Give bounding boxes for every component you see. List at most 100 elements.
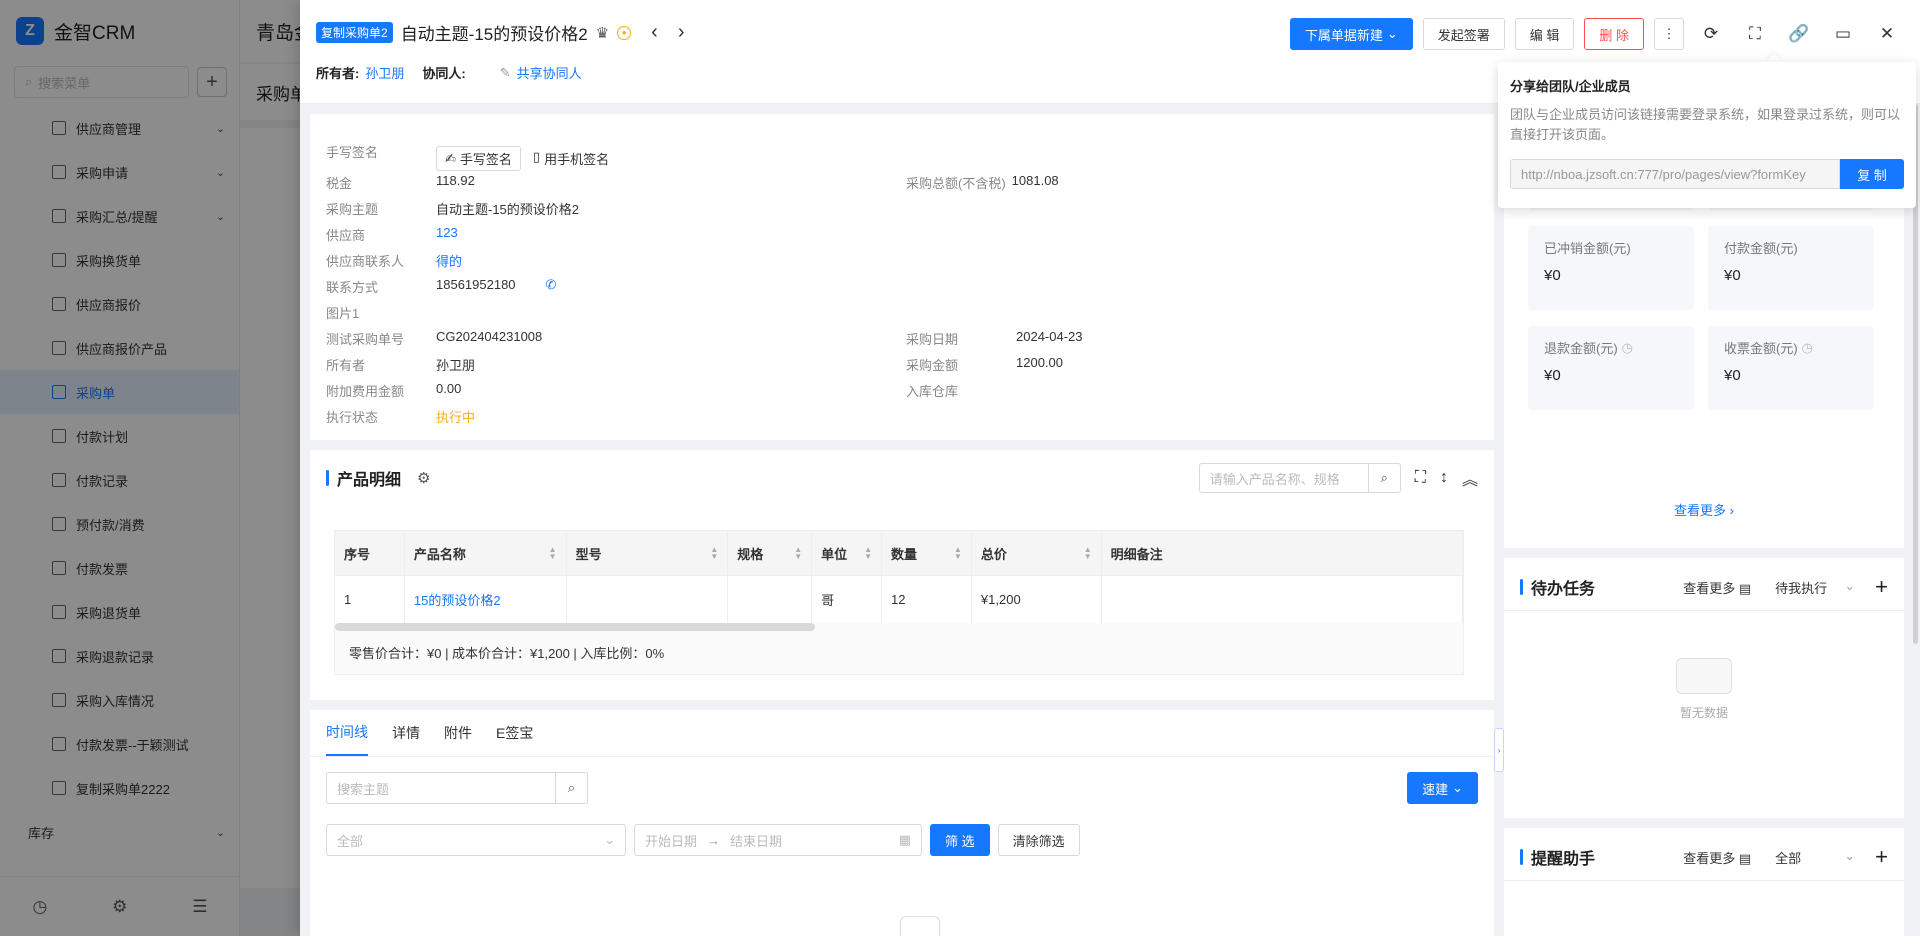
add-reminder-icon[interactable]: +	[1875, 844, 1888, 870]
book-icon: ▤	[1738, 580, 1752, 596]
info-field: 供应商联系人 得的	[326, 254, 463, 269]
status-icon: ●	[617, 25, 632, 40]
timeline-card: 时间线 详情 附件 E签宝 搜索主题 ⌕ 速建 ⌄ 全部 ⌄ 开始日期 → 结束日期 ▦ …	[310, 710, 1494, 936]
link-icon[interactable]: 🔗	[1782, 18, 1816, 50]
filter-button[interactable]: 筛 选	[930, 824, 990, 856]
column-header[interactable]: 总价 ▲ ▼	[971, 531, 1102, 575]
share-collab-link[interactable]: 共享协同人	[517, 63, 582, 82]
table-cell	[1101, 575, 1463, 623]
table-row: 1 15的预设价格2 哥 12 ¥1,200	[335, 575, 1463, 623]
tab[interactable]: 详情	[392, 710, 420, 756]
horizontal-scrollbar[interactable]	[335, 623, 815, 631]
info-field: 采购主题 自动主题-15的预设价格2	[326, 202, 580, 217]
sort-icon[interactable]: ▲ ▼	[954, 546, 962, 561]
detail-drawer: 复制采购单2 自动主题-15的预设价格2 ♛ ● ‹ › 所有者: 孙卫朋 协同…	[300, 0, 1920, 936]
reminder-filter-select[interactable]: 全部 ⌄	[1775, 848, 1855, 867]
todo-see-more[interactable]: 查看更多 ▤	[1683, 578, 1751, 597]
stat-tile: 退款金额(元) ◷ ¥0	[1528, 326, 1694, 410]
column-header[interactable]: 规格 ▲ ▼	[728, 531, 813, 575]
expand-icon[interactable]: ⛶	[1415, 469, 1426, 487]
see-more-link[interactable]: 查看更多 ›	[1504, 500, 1904, 519]
tab[interactable]: 时间线	[326, 710, 368, 756]
section-title: 产品明细 ⚙	[326, 466, 430, 490]
column-header[interactable]: 产品名称 ▲ ▼	[404, 531, 567, 575]
empty-illustration	[900, 916, 940, 936]
refresh-icon[interactable]: ⟳	[1694, 18, 1728, 50]
sort-icon[interactable]: ▲ ▼	[1084, 546, 1092, 561]
panel-toggle-handle[interactable]: ›	[1494, 728, 1504, 772]
start-date-input[interactable]: 开始日期	[645, 831, 697, 850]
next-icon[interactable]: ›	[678, 21, 685, 44]
todo-title: 待办任务	[1531, 581, 1596, 598]
sort-icon[interactable]: ▲ ▼	[794, 546, 802, 561]
reminder-card: 提醒助手 查看更多 ▤ 全部 ⌄ +	[1504, 828, 1904, 936]
product-table: 序号 产品名称 ▲ ▼ 型号 ▲ ▼ 规格 ▲ ▼ 单位 ▲ ▼ 数量 ▲ ▼ 总价 ▲ ▼ 明细备注 1 15的预设价格…	[334, 530, 1464, 675]
tab[interactable]: 附件	[444, 710, 472, 756]
calendar-icon: ▦	[898, 832, 911, 847]
share-description: 团队与企业成员访问该链接需要登录系统，如果登录过系统，则可以直接打开该页面。	[1510, 107, 1901, 142]
column-header[interactable]: 序号	[335, 531, 405, 575]
product-detail-card: 产品明细 ⚙ 请输入产品名称、规格 ⌕ ⛶ ↕ ︽ 序号 产品名称 ▲ ▼ 型号 ▲ ▼ 规格…	[310, 450, 1494, 700]
field-warehouse: 入库仓库	[906, 384, 959, 399]
window-icon[interactable]: ▭	[1826, 18, 1860, 50]
search-icon[interactable]: ⌕	[1367, 464, 1400, 492]
sort-icon[interactable]: ▲ ▼	[549, 546, 557, 561]
reminder-title: 提醒助手	[1531, 851, 1596, 868]
share-url-field[interactable]: http://nboa.jzsoft.cn:777/pro/pages/view…	[1510, 159, 1840, 189]
table-cell	[566, 575, 729, 623]
tab[interactable]: E签宝	[496, 710, 533, 756]
right-panel: 采购单总额(元)¥1200未付款金额(元)¥1200100%已冲销金额(元)¥0…	[1504, 114, 1904, 936]
delete-button[interactable]: 删 除	[1584, 18, 1644, 50]
start-sign-button[interactable]: 发起签署	[1422, 18, 1505, 50]
column-header[interactable]: 单位 ▲ ▼	[812, 531, 883, 575]
column-header[interactable]: 数量 ▲ ▼	[882, 531, 972, 575]
owner-link[interactable]: 孙卫朋	[365, 63, 404, 82]
field-date: 采购日期 2024-04-23	[906, 329, 1083, 347]
column-header[interactable]: 型号 ▲ ▼	[566, 531, 729, 575]
clear-filter-button[interactable]: 清除筛选	[997, 824, 1080, 856]
date-range-picker[interactable]: 开始日期 → 结束日期 ▦	[634, 824, 922, 856]
collapse-icon[interactable]: ︽	[1462, 466, 1478, 490]
copy-button[interactable]: 复 制	[1840, 159, 1904, 189]
product-search-input[interactable]: 请输入产品名称、规格 ⌕	[1198, 463, 1401, 493]
phone-icon[interactable]: ✆	[546, 277, 557, 296]
info-field: 所有者 孙卫朋	[326, 358, 476, 373]
close-icon[interactable]: ✕	[1870, 18, 1904, 50]
todo-filter-select[interactable]: 待我执行 ⌄	[1775, 578, 1855, 597]
new-sub-document-button[interactable]: 下属单据新建 ⌄	[1289, 18, 1413, 50]
signature-row: 手写签名 ✍ 手写签名 ▯ 用手机签名	[326, 132, 609, 171]
handwrite-sign-button[interactable]: ✍ 手写签名	[436, 146, 521, 171]
edit-button[interactable]: 编 辑	[1514, 18, 1575, 50]
clock-icon: ◷	[1801, 339, 1814, 355]
add-todo-icon[interactable]: +	[1875, 574, 1888, 600]
gear-icon[interactable]: ⚙	[417, 469, 430, 487]
stat-tile: 已冲销金额(元) ¥0	[1528, 226, 1694, 310]
reminder-see-more[interactable]: 查看更多 ▤	[1683, 848, 1751, 867]
info-field: 测试采购单号 CG202404231008	[326, 329, 543, 347]
mobile-sign-button[interactable]: ▯ 用手机签名	[533, 149, 609, 168]
more-icon[interactable]: ⋮	[1654, 18, 1684, 50]
tabs: 时间线 详情 附件 E签宝	[326, 710, 533, 756]
quick-create-button[interactable]: 速建 ⌄	[1407, 772, 1478, 804]
info-field: 附加费用金额 0.00	[326, 381, 462, 399]
clock-icon: ◷	[1621, 339, 1634, 355]
column-header[interactable]: 明细备注	[1101, 531, 1463, 575]
todo-card: 待办任务 查看更多 ▤ 待我执行 ⌄ + 暂无数据	[1504, 558, 1904, 818]
sort-icon[interactable]: ↕	[1440, 469, 1448, 487]
type-select[interactable]: 全部 ⌄	[326, 824, 626, 856]
timeline-search-input[interactable]: 搜索主题 ⌕	[326, 772, 588, 804]
fullscreen-icon[interactable]: ⛶	[1738, 18, 1772, 50]
prev-icon[interactable]: ‹	[651, 21, 658, 44]
empty-state: 暂无数据	[1504, 658, 1904, 721]
edit-icon: ✎	[499, 64, 511, 80]
end-date-input[interactable]: 结束日期	[730, 831, 782, 850]
sort-icon[interactable]: ▲ ▼	[710, 546, 718, 561]
table-cell[interactable]: 15的预设价格2	[404, 575, 567, 623]
chevron-down-icon: ⌄	[1386, 26, 1398, 41]
collab-label: 协同人:	[422, 66, 466, 81]
search-icon[interactable]: ⌕	[555, 773, 587, 803]
info-card: 手写签名 ✍ 手写签名 ▯ 用手机签名 税金 118.92 采购主题 自动主题-15的预设…	[310, 114, 1494, 440]
info-field: 联系方式 18561952180 ✆	[326, 277, 557, 296]
share-title: 分享给团队/企业成员	[1510, 79, 1631, 94]
sort-icon[interactable]: ▲ ▼	[864, 546, 872, 561]
